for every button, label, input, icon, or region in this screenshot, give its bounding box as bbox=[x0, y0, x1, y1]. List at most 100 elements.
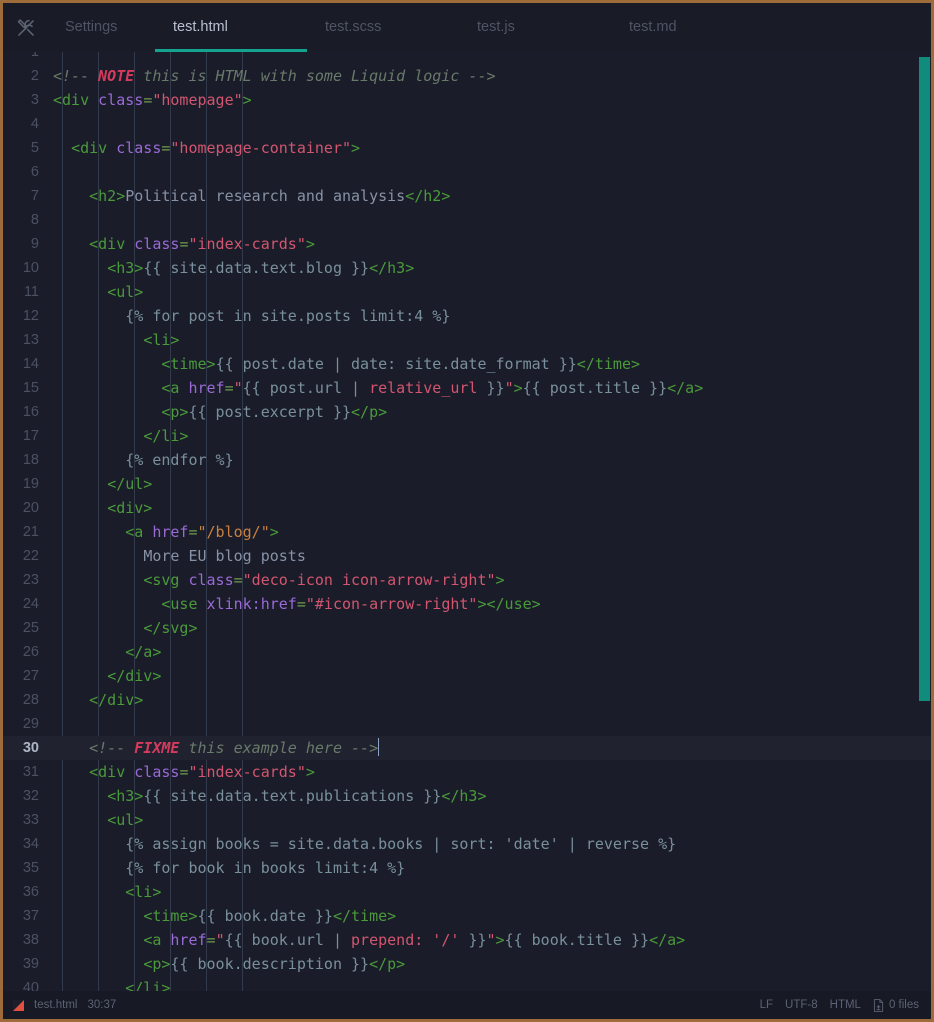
code-line[interactable]: 33 <ul> bbox=[3, 808, 931, 832]
tab-test-md[interactable]: test.md bbox=[611, 3, 763, 52]
token-todo: NOTE bbox=[98, 67, 135, 85]
status-language[interactable]: HTML bbox=[830, 999, 861, 1011]
code-line[interactable]: 2 <!-- NOTE this is HTML with some Liquid… bbox=[3, 64, 931, 88]
code-line[interactable]: 5 <div class="homepage-container"> bbox=[3, 136, 931, 160]
code-line[interactable]: 23 <svg class="deco-icon icon-arrow-righ… bbox=[3, 568, 931, 592]
code-line[interactable]: 6 bbox=[3, 160, 931, 184]
status-line-ending[interactable]: LF bbox=[760, 999, 773, 1011]
tab-test-html[interactable]: test.html bbox=[155, 3, 307, 52]
code-line[interactable]: 37 <time>{{ book.date }}</time> bbox=[3, 904, 931, 928]
code-line[interactable]: 12 {% for post in site.posts limit:4 %} bbox=[3, 304, 931, 328]
code-line[interactable]: 3 <div class="homepage"> bbox=[3, 88, 931, 112]
code-line[interactable]: 10 <h3>{{ site.data.text.blog }}</h3> bbox=[3, 256, 931, 280]
code-line[interactable]: 35 {% for book in books limit:4 %} bbox=[3, 856, 931, 880]
code-surface[interactable]: 1 2 <!-- NOTE this is HTML with some Liqui… bbox=[3, 52, 931, 991]
token-liquid: {{ book.title }} bbox=[504, 931, 650, 949]
token-text: Political research and analysis bbox=[125, 187, 406, 205]
code-line[interactable]: 40 </li> bbox=[3, 976, 931, 991]
code-line[interactable]: 25 </svg> bbox=[3, 616, 931, 640]
code-line[interactable]: 20 <div> bbox=[3, 496, 931, 520]
token-liquid: {% endfor %} bbox=[125, 451, 234, 469]
line-number: 26 bbox=[22, 644, 39, 660]
tab-test-scss[interactable]: test.scss bbox=[307, 3, 459, 52]
token-tag: <a bbox=[143, 931, 171, 949]
code-line[interactable]: 14 <time>{{ post.date | date: site.date_… bbox=[3, 352, 931, 376]
status-cursor-position[interactable]: 30:37 bbox=[87, 999, 116, 1011]
token-attr: href bbox=[188, 379, 225, 397]
code-line[interactable]: 15 <a href="{{ post.url | relative_url }… bbox=[3, 376, 931, 400]
code-editor[interactable]: 1 2 <!-- NOTE this is HTML with some Liqui… bbox=[3, 52, 931, 991]
token-tag: </p> bbox=[369, 955, 406, 973]
code-line[interactable]: 21 <a href="/blog/"> bbox=[3, 520, 931, 544]
token-tag: <div bbox=[53, 91, 99, 109]
token-tag: > bbox=[305, 763, 315, 781]
code-line-content: <p>{{ post.excerpt }}</p> bbox=[53, 400, 931, 424]
code-line[interactable]: 13 <li> bbox=[3, 328, 931, 352]
code-line[interactable]: 38 <a href="{{ book.url | prepend: '/' }… bbox=[3, 928, 931, 952]
code-line[interactable]: 18 {% endfor %} bbox=[3, 448, 931, 472]
line-number: 11 bbox=[23, 284, 39, 300]
token-string: "index-cards" bbox=[188, 763, 306, 781]
code-line[interactable]: 27 </div> bbox=[3, 664, 931, 688]
code-line[interactable]: 26 </a> bbox=[3, 640, 931, 664]
code-line-active[interactable]: 30 <!-- FIXME this example here --> bbox=[3, 736, 931, 760]
hammer-wrench-icon[interactable] bbox=[3, 3, 49, 52]
token-string: relative_url bbox=[369, 379, 478, 397]
code-line[interactable]: 34 {% assign books = site.data.books | s… bbox=[3, 832, 931, 856]
line-number: 28 bbox=[22, 692, 39, 708]
code-line-content: More EU blog posts bbox=[53, 544, 931, 568]
code-line[interactable]: 4 bbox=[3, 112, 931, 136]
code-line[interactable]: 19 </ul> bbox=[3, 472, 931, 496]
token-liquid: {{ post.excerpt }} bbox=[188, 403, 352, 421]
vertical-scrollbar-thumb[interactable] bbox=[919, 57, 930, 701]
code-line[interactable]: 9 <div class="index-cards"> bbox=[3, 232, 931, 256]
code-line-content: <div class="index-cards"> bbox=[53, 232, 931, 256]
code-line[interactable]: 11 <ul> bbox=[3, 280, 931, 304]
vertical-scrollbar-track[interactable] bbox=[918, 52, 931, 991]
token-string: " bbox=[486, 931, 496, 949]
token-tag: <a bbox=[161, 379, 189, 397]
code-line[interactable]: 1 bbox=[3, 52, 931, 64]
code-line-content: {% for book in books limit:4 %} bbox=[53, 856, 931, 880]
code-line-content: </svg> bbox=[53, 616, 931, 640]
token-tag: </li> bbox=[125, 979, 171, 991]
code-line[interactable]: 39 <p>{{ book.description }}</p> bbox=[3, 952, 931, 976]
status-files[interactable]: 0 files bbox=[873, 998, 919, 1012]
code-line[interactable]: 17 </li> bbox=[3, 424, 931, 448]
status-encoding[interactable]: UTF-8 bbox=[785, 999, 818, 1011]
token-attr: href bbox=[152, 523, 189, 541]
line-number: 8 bbox=[30, 212, 39, 228]
code-line-content: <!-- NOTE this is HTML with some Liquid … bbox=[53, 64, 931, 88]
code-line[interactable]: 22 More EU blog posts bbox=[3, 544, 931, 568]
code-line[interactable]: 29 bbox=[3, 712, 931, 736]
tab-test-js[interactable]: test.js bbox=[459, 3, 611, 52]
code-line[interactable]: 8 bbox=[3, 208, 931, 232]
code-line[interactable]: 7 <h2>Political research and analysis</h… bbox=[3, 184, 931, 208]
code-line[interactable]: 31 <div class="index-cards"> bbox=[3, 760, 931, 784]
code-line[interactable]: 36 <li> bbox=[3, 880, 931, 904]
code-line[interactable]: 32 <h3>{{ site.data.text.publications }}… bbox=[3, 784, 931, 808]
status-file-name[interactable]: test.html bbox=[34, 999, 77, 1011]
token-liquid: {{ post.date | date: site.date_format }} bbox=[215, 355, 577, 373]
line-number: 35 bbox=[22, 860, 39, 876]
token-tag: </li> bbox=[143, 427, 189, 445]
code-line[interactable]: 16 <p>{{ post.excerpt }}</p> bbox=[3, 400, 931, 424]
code-line[interactable]: 24 <use xlink:href="#icon-arrow-right"><… bbox=[3, 592, 931, 616]
token-tag: </time> bbox=[332, 907, 397, 925]
line-number: 23 bbox=[22, 572, 39, 588]
code-line-content: <div class="homepage-container"> bbox=[53, 136, 931, 160]
code-line[interactable]: 28 </div> bbox=[3, 688, 931, 712]
code-line-content: </div> bbox=[53, 688, 931, 712]
tab-settings[interactable]: Settings bbox=[47, 3, 155, 52]
token-tag: <p> bbox=[143, 955, 171, 973]
